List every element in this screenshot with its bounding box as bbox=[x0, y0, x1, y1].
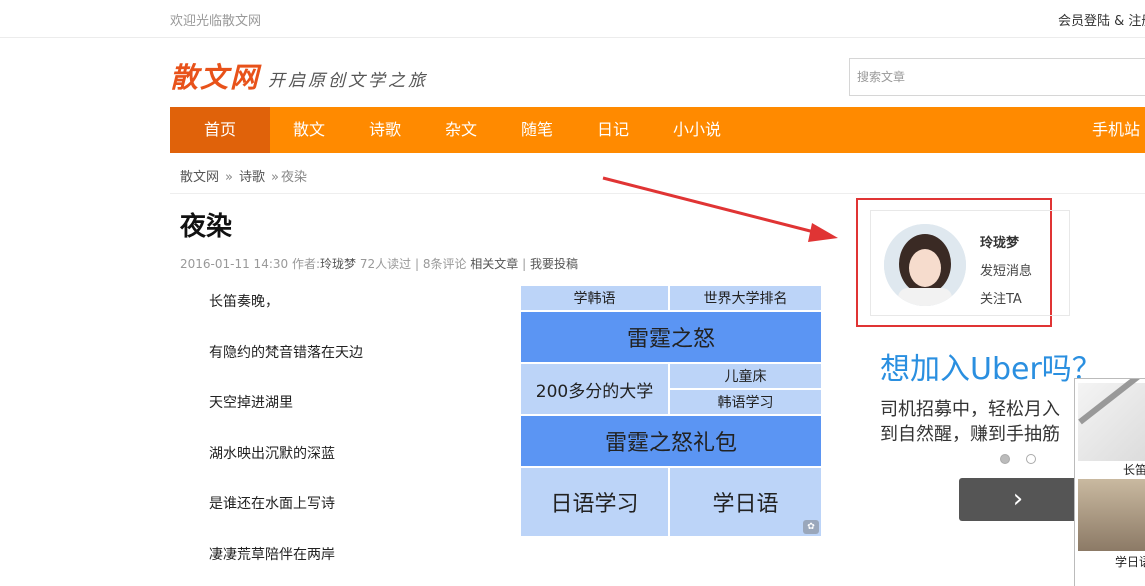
arrow-line bbox=[602, 176, 819, 235]
nav-item-novel[interactable]: 小小说 bbox=[662, 107, 732, 153]
poem-line: 湖水映出沉默的深蓝 bbox=[209, 446, 335, 462]
logo-brand: 散文网 bbox=[170, 61, 261, 94]
nav-item-diary[interactable]: 日记 bbox=[586, 107, 640, 153]
divider bbox=[170, 193, 1145, 194]
ad-link[interactable]: 日语学习 bbox=[521, 468, 668, 536]
ad-link[interactable]: 学韩语 bbox=[521, 286, 668, 310]
poem-line: 有隐约的梵音错落在天边 bbox=[209, 345, 363, 361]
poem-line: 凄凄荒草陪伴在两岸 bbox=[209, 547, 335, 563]
send-message-link[interactable]: 发短消息 bbox=[980, 260, 1032, 279]
ad-link[interactable]: 雷霆之怒礼包 bbox=[521, 416, 821, 466]
ad-link[interactable]: 儿童床 bbox=[670, 364, 821, 388]
article-meta: 2016-01-11 14:30 作者:玲珑梦 72人读过 | 8条评论 相关文… bbox=[180, 257, 578, 271]
flute-shape bbox=[1078, 379, 1145, 425]
arrow-head bbox=[808, 223, 838, 242]
nav-item-mobile[interactable]: 手机站 bbox=[1092, 107, 1145, 153]
author-name[interactable]: 玲珑梦 bbox=[980, 232, 1019, 251]
breadcrumb-current: 夜染 bbox=[280, 170, 307, 185]
comment-count[interactable]: 8条评论 bbox=[423, 257, 467, 271]
search-box bbox=[849, 58, 1145, 96]
author-avatar[interactable] bbox=[884, 224, 966, 306]
ad-link[interactable]: 韩语学习 bbox=[670, 390, 821, 414]
poem-line: 长笛奏晚， bbox=[209, 294, 279, 310]
author-label: 作者: bbox=[291, 257, 321, 271]
welcome-text: 欢迎光临散文网 bbox=[170, 14, 262, 29]
carousel-dot[interactable] bbox=[1026, 454, 1036, 464]
side-ad-panel: 长笛 学日语 bbox=[1074, 378, 1145, 586]
follow-link[interactable]: 关注TA bbox=[980, 288, 1022, 307]
top-bar: 欢迎光临散文网 会员登陆 & 注册 bbox=[0, 0, 1145, 38]
classroom-image[interactable] bbox=[1078, 479, 1145, 551]
read-count: 72人读过 bbox=[359, 257, 412, 271]
logo-slogan: 开启原创文学之旅 bbox=[268, 71, 428, 91]
breadcrumb: 散文网» 诗歌» 夜染 bbox=[180, 166, 307, 185]
poem-line: 天空掉进湖里 bbox=[209, 395, 293, 411]
ad-link-grid: 学韩语 世界大学排名 雷霆之怒 200多分的大学 儿童床 韩语学习 雷霆之怒礼包… bbox=[521, 286, 821, 536]
paw-icon[interactable]: ✿ bbox=[803, 520, 819, 534]
login-register-link[interactable]: 会员登陆 & 注册 bbox=[1058, 10, 1145, 29]
ad-link[interactable]: 学日语 bbox=[670, 468, 821, 536]
breadcrumb-home[interactable]: 散文网 bbox=[180, 170, 219, 185]
ad-link[interactable]: 200多分的大学 bbox=[521, 364, 668, 414]
nav-item-poetry[interactable]: 诗歌 bbox=[358, 107, 412, 153]
nav-item-prose[interactable]: 散文 bbox=[282, 107, 336, 153]
next-button[interactable]: › bbox=[959, 478, 1077, 521]
main-nav: 首页 散文 诗歌 杂文 随笔 日记 小小说 手机站 bbox=[170, 107, 1145, 153]
uber-ad-title[interactable]: 想加入Uber吗？ bbox=[880, 344, 1102, 388]
side-ad-caption[interactable]: 长笛 bbox=[1123, 461, 1145, 478]
ad-link[interactable]: 雷霆之怒 bbox=[521, 312, 821, 362]
side-ad-caption[interactable]: 学日语 bbox=[1115, 553, 1145, 570]
poem-line: 是谁还在水面上写诗 bbox=[209, 496, 335, 512]
article-date: 2016-01-11 14:30 bbox=[180, 257, 289, 271]
search-input[interactable] bbox=[850, 59, 1145, 95]
uber-ad-text[interactable]: 到自然醒，赚到手抽筋 bbox=[880, 420, 1060, 446]
nav-item-notes[interactable]: 随笔 bbox=[510, 107, 564, 153]
breadcrumb-separator: » bbox=[271, 170, 279, 185]
nav-item-home[interactable]: 首页 bbox=[170, 107, 270, 153]
submit-article-link[interactable]: 我要投稿 bbox=[530, 257, 578, 271]
uber-ad-text[interactable]: 司机招募中，轻松月入 bbox=[880, 395, 1060, 421]
related-articles-link[interactable]: 相关文章 bbox=[470, 257, 518, 271]
ad-link[interactable]: 世界大学排名 bbox=[670, 286, 821, 310]
breadcrumb-category[interactable]: 诗歌 bbox=[239, 170, 265, 185]
nav-item-essay[interactable]: 杂文 bbox=[434, 107, 488, 153]
breadcrumb-separator: » bbox=[225, 170, 233, 185]
article-title: 夜染 bbox=[180, 212, 233, 242]
carousel-dot[interactable] bbox=[1000, 454, 1010, 464]
flute-image[interactable] bbox=[1078, 379, 1145, 461]
article-author-link[interactable]: 玲珑梦 bbox=[320, 257, 356, 271]
avatar-image bbox=[884, 224, 966, 306]
